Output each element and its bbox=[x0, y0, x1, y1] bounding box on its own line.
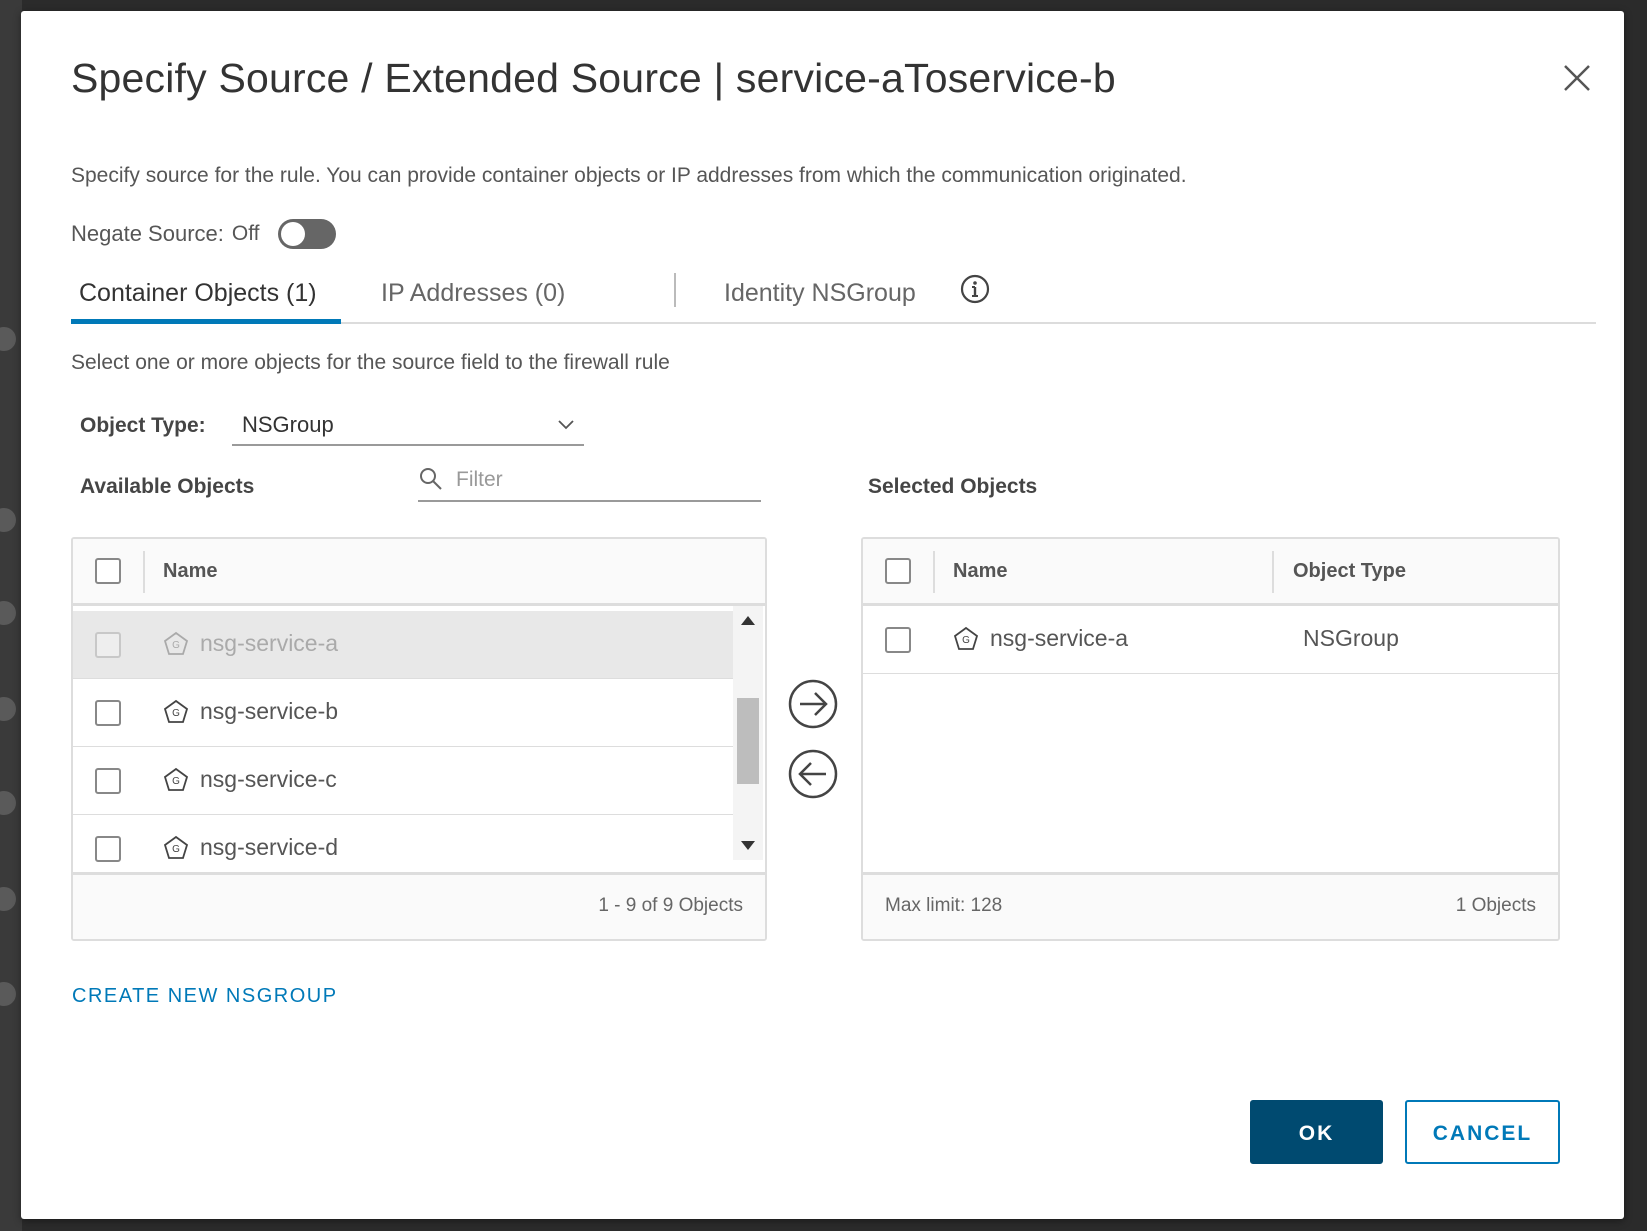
select-all-checkbox[interactable] bbox=[95, 558, 121, 584]
source-tabs: Container Objects (1) IP Addresses (0) I… bbox=[71, 267, 1596, 324]
row-name: nsg-service-d bbox=[200, 834, 339, 860]
tab-ip-addresses[interactable]: IP Addresses (0) bbox=[381, 279, 565, 308]
row-name: nsg-service-b bbox=[200, 698, 339, 724]
column-header-name: Name bbox=[163, 560, 218, 582]
negate-source-state: Off bbox=[231, 222, 260, 245]
column-header-object-type: Object Type bbox=[1293, 560, 1406, 582]
create-new-nsgroup-link[interactable]: CREATE NEW NSGROUP bbox=[72, 985, 338, 1008]
grid-footer: 1 - 9 of 9 Objects bbox=[73, 872, 765, 939]
available-objects-grid: Name G nsg-service-a G nsg-service-b G n… bbox=[71, 537, 767, 941]
close-icon[interactable] bbox=[1560, 61, 1594, 95]
group-icon: G bbox=[953, 626, 979, 650]
row-object-type: NSGroup bbox=[1303, 625, 1399, 651]
table-row: G nsg-service-a bbox=[73, 611, 733, 679]
column-separator bbox=[1272, 551, 1274, 593]
row-checkbox[interactable] bbox=[95, 768, 121, 794]
grid-header: Name Object Type bbox=[863, 539, 1558, 606]
column-separator bbox=[933, 551, 935, 593]
negate-source-toggle[interactable] bbox=[277, 219, 336, 249]
column-separator bbox=[143, 551, 145, 593]
svg-text:G: G bbox=[962, 635, 970, 646]
ok-button[interactable]: OK bbox=[1250, 1100, 1383, 1164]
svg-text:G: G bbox=[172, 640, 180, 651]
grid-header: Name bbox=[73, 539, 765, 606]
tab-container-objects[interactable]: Container Objects (1) bbox=[79, 279, 317, 308]
svg-text:G: G bbox=[172, 776, 180, 787]
container-instruction: Select one or more objects for the sourc… bbox=[71, 351, 670, 374]
available-objects-label: Available Objects bbox=[80, 475, 255, 498]
row-name: nsg-service-c bbox=[200, 766, 337, 792]
table-row[interactable]: G nsg-service-a NSGroup bbox=[863, 606, 1558, 674]
search-icon bbox=[420, 468, 442, 490]
table-row[interactable]: G nsg-service-c bbox=[73, 747, 733, 815]
table-row[interactable]: G nsg-service-b bbox=[73, 679, 733, 747]
object-type-label: Object Type: bbox=[80, 414, 206, 437]
svg-text:G: G bbox=[172, 844, 180, 855]
scrollbar[interactable] bbox=[733, 606, 763, 860]
scroll-thumb[interactable] bbox=[737, 698, 759, 784]
scroll-down-arrow[interactable] bbox=[741, 841, 755, 850]
row-checkbox[interactable] bbox=[95, 700, 121, 726]
active-tab-indicator bbox=[71, 319, 341, 324]
object-type-value: NSGroup bbox=[242, 412, 334, 437]
group-icon: G bbox=[163, 631, 189, 655]
max-limit: Max limit: 128 bbox=[885, 895, 1003, 916]
specify-source-dialog: Specify Source / Extended Source | servi… bbox=[21, 11, 1624, 1219]
scroll-up-arrow[interactable] bbox=[741, 616, 755, 625]
pagination-count: 1 - 9 of 9 Objects bbox=[598, 895, 743, 916]
dialog-description: Specify source for the rule. You can pro… bbox=[71, 164, 1187, 187]
group-icon: G bbox=[163, 699, 189, 723]
move-right-button[interactable] bbox=[787, 678, 839, 730]
row-name: nsg-service-a bbox=[200, 630, 339, 656]
tab-separator bbox=[674, 273, 676, 307]
selected-objects-grid: Name Object Type G nsg-service-a NSGroup… bbox=[861, 537, 1560, 941]
grid-footer: Max limit: 128 1 Objects bbox=[863, 872, 1558, 939]
column-header-name: Name bbox=[953, 560, 1008, 582]
negate-source-row: Negate Source: Off bbox=[71, 219, 336, 249]
dialog-title: Specify Source / Extended Source | servi… bbox=[71, 55, 1116, 101]
chevron-down-icon bbox=[558, 420, 574, 430]
move-left-button[interactable] bbox=[787, 748, 839, 800]
filter-field bbox=[418, 460, 761, 502]
object-type-select[interactable]: NSGroup bbox=[232, 402, 584, 446]
row-checkbox[interactable] bbox=[95, 836, 121, 862]
filter-input[interactable] bbox=[454, 464, 748, 496]
selected-count: 1 Objects bbox=[1455, 895, 1536, 916]
row-checkbox bbox=[95, 632, 121, 658]
tab-identity-nsgroup[interactable]: Identity NSGroup bbox=[724, 279, 916, 308]
svg-text:G: G bbox=[172, 708, 180, 719]
cancel-button[interactable]: CANCEL bbox=[1405, 1100, 1560, 1164]
selected-objects-label: Selected Objects bbox=[868, 475, 1038, 498]
group-icon: G bbox=[163, 835, 189, 859]
info-icon[interactable] bbox=[959, 273, 991, 305]
row-name: nsg-service-a bbox=[990, 625, 1129, 651]
row-checkbox[interactable] bbox=[885, 627, 911, 653]
select-all-checkbox[interactable] bbox=[885, 558, 911, 584]
toggle-knob bbox=[280, 222, 305, 246]
negate-source-label: Negate Source: bbox=[71, 221, 224, 246]
group-icon: G bbox=[163, 767, 189, 791]
